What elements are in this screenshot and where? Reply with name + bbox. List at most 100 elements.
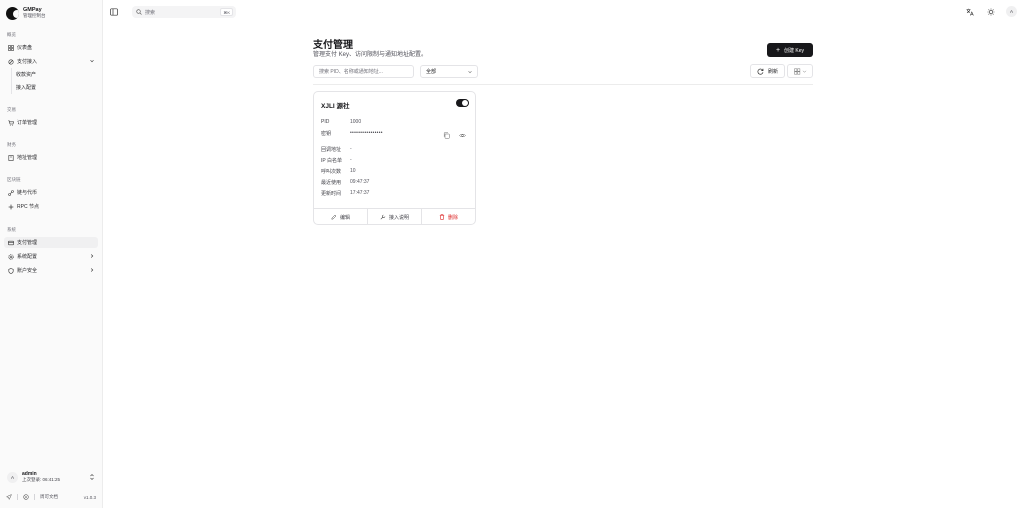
cart-icon	[7, 119, 14, 126]
sidebar-item-label: 地址管理	[17, 155, 38, 161]
group-label-system: 系统	[7, 227, 16, 232]
view-toggle-button[interactable]	[787, 64, 813, 78]
pid-value: 1000	[350, 119, 362, 125]
edit-button[interactable]: 编辑	[314, 209, 368, 225]
node-icon	[7, 203, 14, 210]
translate-icon[interactable]	[965, 7, 975, 17]
brand-logo-icon	[6, 6, 19, 20]
dashboard-icon	[7, 44, 14, 51]
updated-at-label: 更新时间	[321, 191, 342, 197]
ip-whitelist-label: IP 白名单	[321, 158, 343, 164]
call-count-value: 10	[350, 168, 356, 174]
enable-toggle[interactable]	[456, 99, 469, 107]
last-login: 上次登录: 06:41:25	[22, 477, 61, 482]
refresh-icon	[757, 68, 764, 75]
sidebar: GMPay 管理控制台 概览 仪表盘 支付接入 收款资产 接入配置 交易 订单管…	[0, 0, 103, 508]
search-input[interactable]: 搜索 ⌘K	[132, 6, 236, 18]
gear-icon	[7, 253, 14, 260]
github-icon[interactable]	[23, 494, 29, 500]
secret-value: ••••••••••••••••	[350, 130, 383, 136]
chevron-right-icon[interactable]	[89, 253, 95, 259]
sidebar-footer: 周可文档 v1.0.3	[6, 492, 96, 502]
ip-whitelist-value: -	[350, 157, 352, 163]
brand-subtitle: 管理控制台	[23, 13, 46, 18]
chevrons-up-down-icon	[90, 474, 94, 480]
sidebar-item-dashboard[interactable]: 仪表盘	[4, 42, 98, 53]
sidebar-subitem-receiving-assets[interactable]: 收款资产	[16, 71, 36, 78]
brand[interactable]: GMPay 管理控制台	[6, 6, 46, 20]
submenu-line	[11, 68, 12, 94]
group-label-finance: 财务	[7, 142, 16, 147]
docs-link[interactable]: 周可文档	[40, 494, 58, 500]
delete-label: 删除	[447, 214, 458, 221]
group-label-blockchain: 区块链	[7, 177, 21, 182]
integration-docs-label: 接入说明	[388, 214, 409, 221]
page-subtitle: 管理支付 Key、访问限制与通知地址配置。	[313, 52, 428, 58]
sidebar-item-chains-tokens[interactable]: 链与代币	[4, 187, 98, 198]
refresh-button[interactable]: 刷新	[750, 64, 785, 78]
payment-key-card: XJLI 源社 PID 1000 密钥 •••••••••••••••• 回调地…	[313, 91, 476, 225]
sidebar-item-label: 订单管理	[17, 120, 38, 126]
create-key-label: 创建 Key	[784, 47, 805, 54]
refresh-label: 刷新	[767, 68, 778, 75]
status-filter-select[interactable]: 全部	[420, 65, 478, 78]
send-icon[interactable]	[6, 494, 12, 500]
sidebar-item-system-config[interactable]: 系统配置	[4, 251, 98, 262]
callback-label: 回调地址	[321, 147, 342, 153]
sidebar-toggle-icon[interactable]	[110, 8, 118, 16]
callback-value: -	[350, 146, 352, 152]
chevron-right-icon[interactable]	[89, 267, 95, 273]
sidebar-item-account-security[interactable]: 账户安全	[4, 265, 98, 276]
filter-search-input[interactable]: 搜索 PID、名称或通知地址...	[313, 65, 414, 78]
card-title: XJLI 源社	[321, 103, 350, 110]
theme-toggle-icon[interactable]	[986, 7, 996, 17]
sidebar-item-label: 账户安全	[17, 268, 38, 274]
sidebar-item-label: 支付管理	[17, 240, 38, 246]
sidebar-item-label: RPC 节点	[17, 204, 39, 210]
create-key-button[interactable]: + 创建 Key	[767, 43, 813, 57]
chevron-down-icon	[468, 70, 472, 74]
sidebar-item-addresses[interactable]: 地址管理	[4, 152, 98, 163]
book-icon	[7, 154, 14, 161]
user-avatar[interactable]: A	[1006, 6, 1017, 17]
plug-icon	[7, 58, 14, 65]
plus-icon: +	[775, 46, 781, 54]
user-menu[interactable]: A admin 上次登录: 06:41:25	[4, 468, 98, 486]
secret-label: 密钥	[321, 131, 332, 137]
search-shortcut: ⌘K	[220, 8, 233, 16]
copy-icon[interactable]	[443, 132, 450, 139]
sidebar-item-label: 系统配置	[17, 254, 38, 260]
search-placeholder: 搜索	[145, 9, 156, 16]
eye-icon[interactable]	[459, 132, 466, 139]
sidebar-item-payment-access[interactable]: 支付接入	[4, 56, 98, 67]
wrench-icon	[380, 214, 386, 220]
shield-icon	[7, 267, 14, 274]
sidebar-item-rpc-nodes[interactable]: RPC 节点	[4, 201, 98, 212]
link-icon	[7, 189, 14, 196]
trash-icon	[439, 214, 445, 220]
avatar: A	[7, 471, 18, 483]
sidebar-item-orders[interactable]: 订单管理	[4, 117, 98, 128]
status-filter-value: 全部	[426, 69, 437, 75]
last-used-label: 最近使用	[321, 180, 342, 186]
header-divider	[313, 84, 813, 85]
last-used-value: 09:47:37	[350, 179, 370, 185]
sidebar-item-label: 链与代币	[17, 190, 38, 196]
sidebar-item-payment-management[interactable]: 支付管理	[4, 237, 98, 248]
grid-view-icon	[793, 68, 806, 74]
sidebar-item-label: 仪表盘	[17, 45, 33, 51]
sidebar-subitem-access-config[interactable]: 接入配置	[16, 84, 36, 91]
updated-at-value: 17:47:37	[350, 190, 370, 196]
search-icon	[136, 9, 142, 15]
sidebar-item-label: 支付接入	[17, 59, 38, 65]
edit-label: 编辑	[339, 214, 350, 221]
call-count-label: 呼叫次数	[321, 169, 342, 175]
group-label-trade: 交易	[7, 107, 16, 112]
pid-label: PID	[321, 119, 330, 125]
group-label-overview: 概览	[7, 32, 16, 37]
credit-card-icon	[7, 239, 14, 246]
chevron-down-icon[interactable]	[89, 58, 95, 64]
integration-docs-button[interactable]: 接入说明	[368, 209, 422, 225]
card-actions: 编辑 接入说明 删除	[314, 208, 475, 225]
delete-button[interactable]: 删除	[422, 209, 475, 225]
